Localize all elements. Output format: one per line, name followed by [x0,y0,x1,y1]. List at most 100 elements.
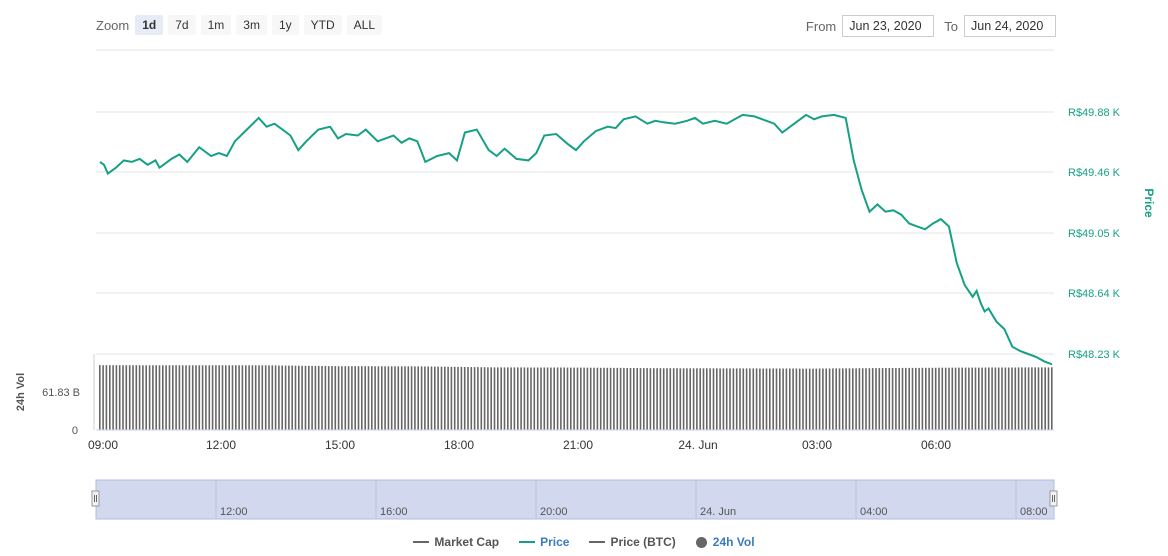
volume-bar [832,368,834,430]
volume-bar [918,367,920,430]
volume-bar [643,368,645,430]
volume-bar [211,365,214,430]
volume-bar [686,368,688,430]
volume-bar [1051,367,1053,430]
legend-dot-icon [695,536,707,548]
volume-bar [928,367,930,430]
volume-bar [769,368,771,430]
volume-bar [593,367,595,430]
volume-bar [473,367,476,430]
volume-bar [822,368,824,430]
volume-bar [553,367,555,430]
volume-bar [142,365,144,430]
volume-bar [400,366,403,430]
volume-bar [815,368,818,430]
volume-bar [606,367,609,430]
volume-bar [493,367,496,430]
y-tick-price-1: R$49.46 K [1068,167,1121,179]
legend-item-24h-vol[interactable]: 24h Vol [695,535,755,549]
volume-bar [351,366,353,430]
volume-bar [626,368,628,430]
volume-bar [357,366,360,430]
volume-bar [682,368,685,430]
volume-bar [115,365,118,430]
volume-bar [301,365,303,430]
volume-bar [248,365,250,430]
volume-bar [845,368,847,430]
volume-bar [278,365,280,430]
volume-bar [1004,367,1007,430]
volume-bar [241,365,244,430]
volume-bar [268,365,270,430]
volume-bar [958,367,960,430]
navigator-handle-right[interactable] [1049,490,1058,507]
volume-bar [938,367,940,430]
volume-bar [251,365,254,430]
volume-bar [596,367,599,430]
volume-bar [951,367,954,430]
volume-bar [513,367,516,430]
volume-bar [603,367,605,430]
volume-bar [1034,367,1036,430]
volume-bar [1024,367,1027,430]
legend-item-price-btc[interactable]: Price (BTC) [589,535,676,549]
volume-bar [371,366,373,430]
volume-bar [387,366,390,430]
volume-bar [148,365,151,430]
volume-bar [802,368,804,430]
volume-bar [971,367,973,430]
volume-bar [434,366,436,430]
volume-bar [871,368,874,430]
volume-bar [722,368,725,430]
volume-bar [1044,367,1046,430]
volume-bar [825,368,827,430]
volume-bar [381,366,383,430]
volume-bar [563,367,565,430]
volume-bar [616,367,619,430]
navigator-tick-4: 04:00 [860,506,888,518]
volume-bar [530,367,532,430]
navigator-handle-left[interactable] [91,490,100,507]
volume-bar [1037,367,1040,430]
volume-bar [218,365,220,430]
volume-bar [384,366,386,430]
volume-bar [759,368,761,430]
volume-bar [739,368,741,430]
volume-bar [102,365,104,430]
volume-bar [1001,367,1003,430]
y-tick-price-0: R$49.88 K [1068,107,1121,119]
volume-bar [573,367,575,430]
volume-bar [172,365,174,430]
volume-bar [470,367,473,430]
volume-bars [99,365,1053,430]
volume-bar [789,368,791,430]
volume-bar [201,365,204,430]
volume-bar [865,368,867,430]
legend-item-price[interactable]: Price [519,535,569,549]
volume-bar [646,368,648,430]
legend-item-market-cap[interactable]: Market Cap [413,535,499,549]
volume-bar [317,365,320,430]
volume-bar [507,367,509,430]
volume-bar [712,368,715,430]
volume-bar [264,365,267,430]
volume-bar [410,366,413,430]
volume-bar [978,367,980,430]
volume-bar [805,368,808,430]
volume-bar [580,367,582,430]
volume-bar [729,368,731,430]
volume-bar [437,366,439,430]
volume-bar [520,367,522,430]
volume-bar [550,367,552,430]
volume-bar [709,368,711,430]
x-tick-0: 09:00 [88,438,118,452]
volume-bar [205,365,207,430]
volume-bar [732,368,735,430]
volume-bar [424,366,426,430]
volume-bar [128,365,131,430]
volume-bar [838,368,841,430]
volume-bar [589,367,592,430]
volume-bar [792,368,794,430]
navigator-tick-5: 08:00 [1020,506,1048,518]
volume-bar [181,365,184,430]
